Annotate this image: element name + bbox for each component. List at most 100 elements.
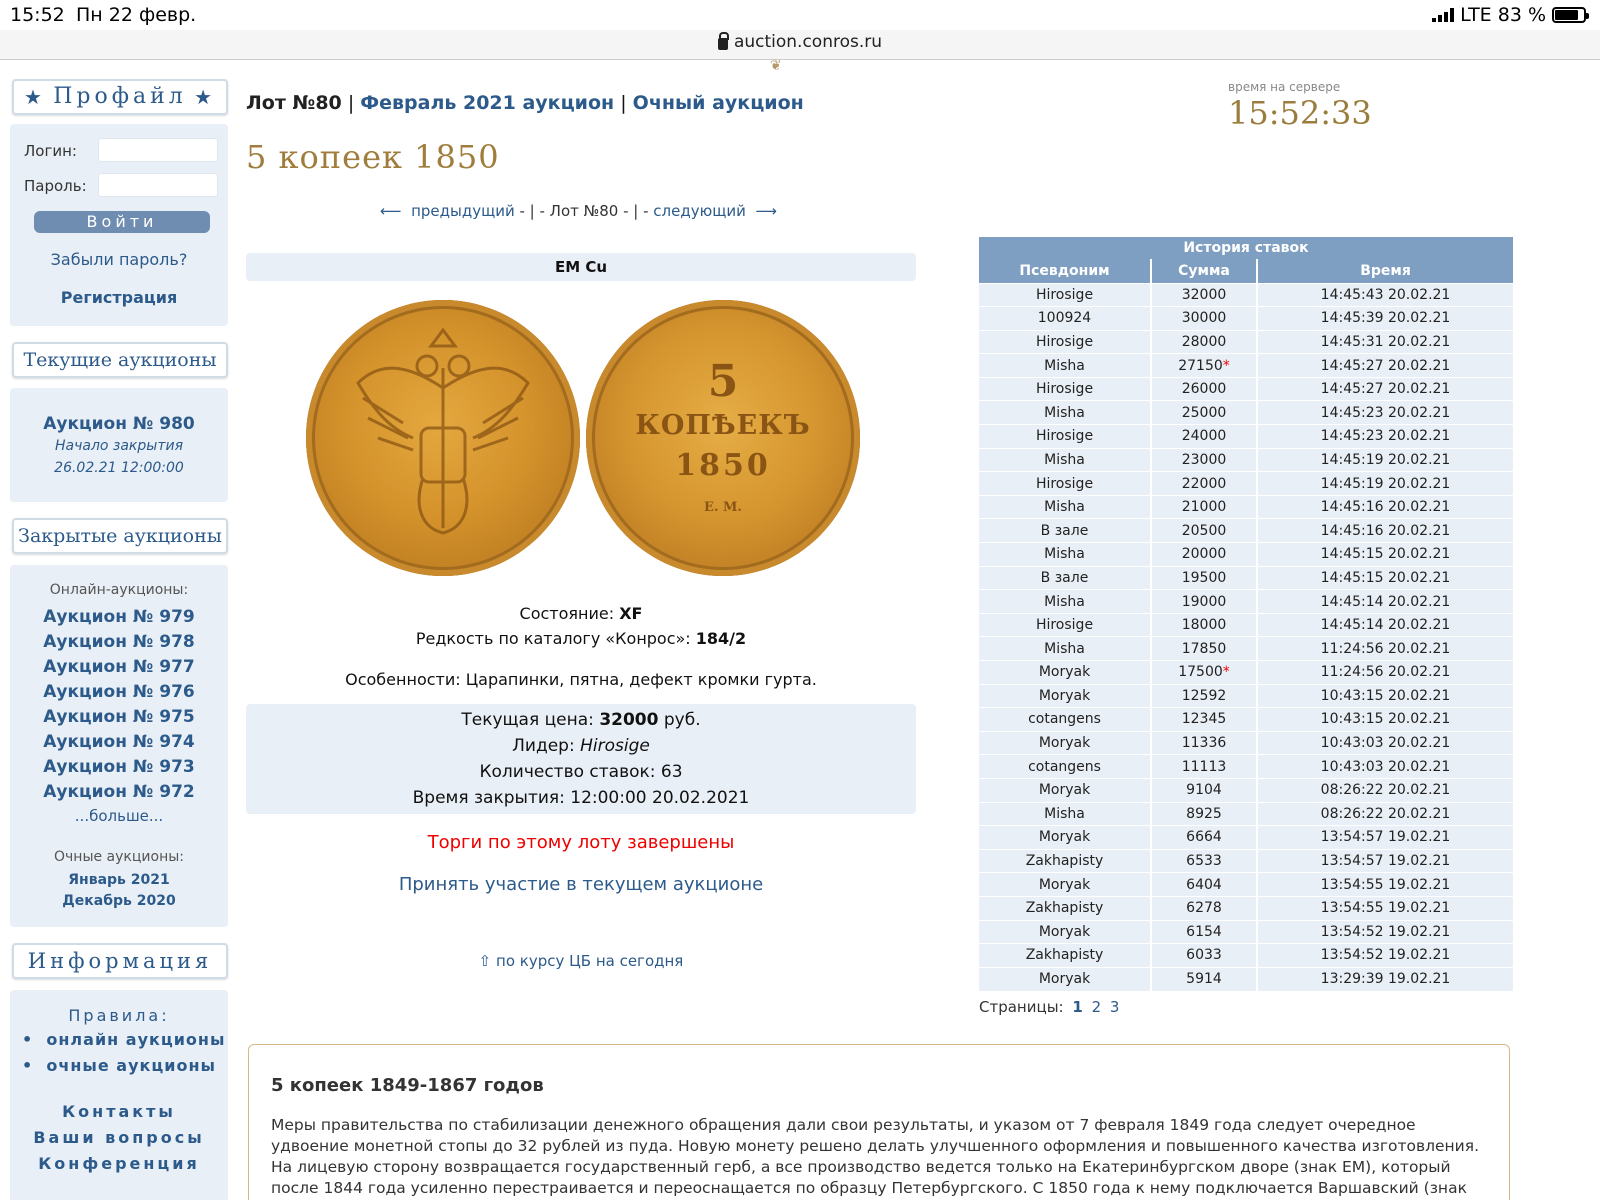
bidder-cell: Hirosige <box>979 329 1151 354</box>
table-row: Misha 20000 14:45:15 20.02.21 <box>979 542 1513 567</box>
bid-history-table: История ставок Псевдоним Сумма Время Hir… <box>979 237 1513 991</box>
time-cell: 14:45:16 20.02.21 <box>1256 494 1513 519</box>
profile-header: ★ Профайл ★ <box>12 79 228 115</box>
pages-label: Страницы: <box>979 998 1064 1016</box>
password-input[interactable] <box>98 173 218 197</box>
questions-link[interactable]: Ваши вопросы <box>10 1128 228 1147</box>
rules-link-offline[interactable]: • очные аукционы <box>22 1056 216 1075</box>
rarity-label: Редкость по каталогу «Конрос»: <box>415 629 696 648</box>
contacts-link[interactable]: Контакты <box>10 1102 228 1121</box>
join-auction-link[interactable]: Принять участие в текущем аукционе <box>246 874 916 895</box>
cbr-rate-link[interactable]: ⇧ по курсу ЦБ на сегодня <box>246 952 916 970</box>
price-unit: руб. <box>658 710 701 730</box>
bidder-cell: Misha <box>979 447 1151 472</box>
arrow-left-icon: ⟵ <box>380 202 402 220</box>
bidder-cell: Moryak <box>979 825 1151 850</box>
asterisk-mark: * <box>1222 664 1230 681</box>
page-link-2[interactable]: 2 <box>1092 998 1102 1016</box>
current-auctions-title: Текущие аукционы <box>23 349 217 371</box>
offline-auctions-label: Очные аукционы: <box>54 849 184 865</box>
login-input[interactable] <box>98 138 218 162</box>
offline-auction-link[interactable]: Декабрь 2020 <box>10 893 228 909</box>
forgot-password-link[interactable]: Забыли пароль? <box>10 250 228 269</box>
table-row: Moryak 11336 10:43:03 20.02.21 <box>979 730 1513 755</box>
amount-cell: 25000 <box>1150 400 1257 425</box>
time-cell: 14:45:27 20.02.21 <box>1256 376 1513 401</box>
closed-auction-link[interactable]: Аукцион № 978 <box>10 632 228 652</box>
bidder-cell: В зале <box>979 565 1151 590</box>
time-cell: 14:45:15 20.02.21 <box>1256 542 1513 567</box>
arrow-right-icon: ⟶ <box>755 202 777 220</box>
table-row: Moryak 12592 10:43:15 20.02.21 <box>979 683 1513 708</box>
table-row: Misha 17850 11:24:56 20.02.21 <box>979 636 1513 661</box>
closed-auction-link[interactable]: Аукцион № 975 <box>10 707 228 727</box>
coin-reverse-image[interactable]: 5 КОПѢЕКЪ 1850 Е. М. <box>586 300 860 576</box>
table-row: Hirosige 18000 14:45:14 20.02.21 <box>979 612 1513 637</box>
amount-cell: 17850 <box>1150 636 1257 661</box>
url-bar[interactable]: auction.conros.ru <box>0 30 1600 60</box>
closed-auction-link[interactable]: Аукцион № 974 <box>10 732 228 752</box>
bidder-cell: Moryak <box>979 966 1151 991</box>
closed-auction-link[interactable]: Аукцион № 977 <box>10 657 228 677</box>
table-row: Moryak 17500* 11:24:56 20.02.21 <box>979 660 1513 685</box>
column-header: Псевдоним <box>979 259 1151 283</box>
closed-auction-link[interactable]: Аукцион № 973 <box>10 757 228 777</box>
time-cell: 11:24:56 20.02.21 <box>1256 636 1513 661</box>
register-link[interactable]: Регистрация <box>10 288 228 307</box>
amount-cell: 27150* <box>1150 353 1257 378</box>
rules-link-online[interactable]: • онлайн аукционы <box>22 1030 225 1049</box>
page-link-1[interactable]: 1 <box>1072 998 1082 1016</box>
star-icon: ★ <box>24 85 46 109</box>
closed-auction-link[interactable]: Аукцион № 979 <box>10 607 228 627</box>
table-row: Moryak 6154 13:54:52 19.02.21 <box>979 919 1513 944</box>
coin-obverse-image[interactable] <box>306 300 580 576</box>
current-auction-link[interactable]: Аукцион № 980 <box>10 414 228 434</box>
time-cell: 08:26:22 20.02.21 <box>1256 801 1513 826</box>
amount-cell: 24000 <box>1150 424 1257 449</box>
time-cell: 13:54:57 19.02.21 <box>1256 825 1513 850</box>
closed-auction-link[interactable]: Аукцион № 972 <box>10 782 228 802</box>
table-row: Moryak 5914 13:29:39 19.02.21 <box>979 966 1513 991</box>
login-button[interactable]: Войти <box>34 211 210 233</box>
signal-icon <box>1432 8 1455 22</box>
status-bar: 15:52 Пн 22 февр. LTE 83 % <box>0 0 1600 30</box>
page-link-3[interactable]: 3 <box>1110 998 1120 1016</box>
table-row: Zakhapisty 6533 13:54:57 19.02.21 <box>979 848 1513 873</box>
closed-auction-link[interactable]: Аукцион № 976 <box>10 682 228 702</box>
price-box: Текущая цена: 32000 руб. Лидер: Hirosige… <box>246 704 916 814</box>
more-auctions-link[interactable]: ...больше... <box>10 807 228 825</box>
amount-cell: 5914 <box>1150 966 1257 991</box>
prev-lot-link[interactable]: предыдущий <box>411 202 515 220</box>
price-line: Текущая цена: 32000 руб. <box>246 710 916 730</box>
amount-cell: 30000 <box>1150 306 1257 331</box>
rarity-value: 184/2 <box>695 629 747 648</box>
amount-cell: 20000 <box>1150 542 1257 567</box>
bidder-cell: Moryak <box>979 730 1151 755</box>
bidder-cell: Hirosige <box>979 376 1151 401</box>
amount-cell: 12345 <box>1150 707 1257 732</box>
amount-cell: 19000 <box>1150 589 1257 614</box>
table-row: Hirosige 24000 14:45:23 20.02.21 <box>979 424 1513 449</box>
auction-link[interactable]: Февраль 2021 аукцион <box>360 92 614 114</box>
column-header: Время <box>1256 259 1513 283</box>
lot-breadcrumb: Лот №80 | Февраль 2021 аукцион | Очный а… <box>246 92 804 114</box>
auction-type-link[interactable]: Очный аукцион <box>633 92 804 114</box>
next-lot-link[interactable]: следующий <box>653 202 746 220</box>
bidder-cell: Moryak <box>979 919 1151 944</box>
table-row: Zakhapisty 6278 13:54:55 19.02.21 <box>979 895 1513 921</box>
bidder-cell: Misha <box>979 353 1151 378</box>
profile-panel: Логин: Пароль: Войти Забыли пароль? Реги… <box>10 124 228 326</box>
offline-auction-link[interactable]: Январь 2021 <box>10 872 228 888</box>
amount-cell: 6664 <box>1150 825 1257 850</box>
price-label: Текущая цена: <box>461 710 600 730</box>
closed-auctions-title: Закрытые аукционы <box>18 525 222 547</box>
bidder-cell: cotangens <box>979 754 1151 779</box>
conference-link[interactable]: Конференция <box>10 1154 228 1173</box>
table-row: Moryak 6404 13:54:55 19.02.21 <box>979 872 1513 897</box>
table-row: 100924 30000 14:45:39 20.02.21 <box>979 306 1513 331</box>
bidder-cell: Misha <box>979 589 1151 614</box>
table-row: Misha 27150* 14:45:27 20.02.21 <box>979 353 1513 378</box>
time-cell: 13:29:39 19.02.21 <box>1256 966 1513 991</box>
battery-icon <box>1552 7 1589 23</box>
time-cell: 14:45:23 20.02.21 <box>1256 400 1513 425</box>
